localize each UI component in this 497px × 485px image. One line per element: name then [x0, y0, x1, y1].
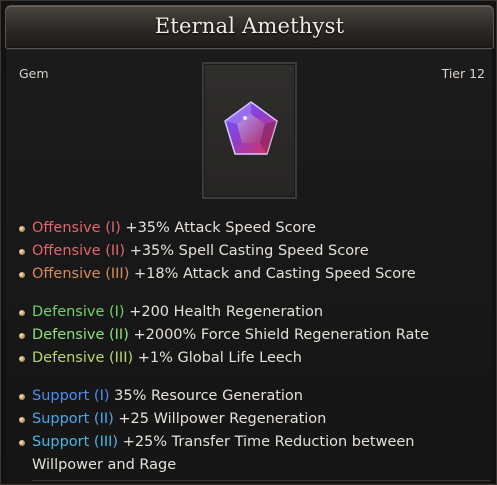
bullet-icon — [19, 310, 25, 316]
stat-label: Offensive (I) — [32, 220, 121, 236]
stat-label: Offensive (III) — [32, 266, 130, 282]
stat-text: +35% Attack Speed Score — [125, 220, 316, 236]
stat-label: Defensive (II) — [32, 327, 129, 343]
stat-text: 35% Resource Generation — [114, 388, 303, 404]
stat-text: +200 Health Regeneration — [129, 304, 324, 320]
tooltip-divider — [32, 480, 490, 481]
stat-text: +25 Willpower Regeneration — [118, 411, 327, 427]
stat-label: Support (III) — [32, 434, 119, 450]
stat-line-offensive-2: Offensive (II) +35% Spell Casting Speed … — [19, 240, 489, 263]
stat-line-support-2: Support (II) +25 Willpower Regeneration — [19, 408, 489, 431]
stat-list: Offensive (I) +35% Attack Speed Score Of… — [19, 217, 489, 477]
stat-line-defensive-3: Defensive (III) +1% Global Life Leech — [19, 347, 489, 370]
bullet-icon — [19, 417, 25, 423]
item-tier: Tier 12 — [441, 66, 485, 81]
stat-line-defensive-2: Defensive (II) +2000% Force Shield Regen… — [19, 324, 489, 347]
bullet-icon — [19, 249, 25, 255]
stat-label: Support (I) — [32, 388, 110, 404]
tooltip-header: Eternal Amethyst — [5, 5, 494, 49]
stat-text: +1% Global Life Leech — [137, 350, 302, 366]
stat-line-support-1: Support (I) 35% Resource Generation — [19, 385, 489, 408]
stat-line-defensive-1: Defensive (I) +200 Health Regeneration — [19, 301, 489, 324]
bullet-icon — [19, 333, 25, 339]
stat-text: +2000% Force Shield Regeneration Rate — [133, 327, 430, 343]
stat-text: +18% Attack and Casting Speed Score — [133, 266, 416, 282]
stat-text: +35% Spell Casting Speed Score — [129, 243, 369, 259]
amethyst-gem-icon — [224, 101, 278, 155]
bullet-icon — [19, 394, 25, 400]
stat-line-support-3: Support (III) +25% Transfer Time Reducti… — [19, 431, 484, 477]
stat-label: Defensive (I) — [32, 304, 125, 320]
stat-label: Defensive (III) — [32, 350, 134, 366]
item-name: Eternal Amethyst — [154, 14, 345, 38]
bullet-icon — [19, 356, 25, 362]
bullet-icon — [19, 226, 25, 232]
bullet-icon — [19, 272, 25, 278]
stat-line-offensive-3: Offensive (III) +18% Attack and Casting … — [19, 263, 489, 286]
stat-line-offensive-1: Offensive (I) +35% Attack Speed Score — [19, 217, 489, 240]
stat-label: Offensive (II) — [32, 243, 126, 259]
item-type: Gem — [19, 66, 49, 81]
bullet-icon — [19, 440, 25, 446]
stat-label: Support (II) — [32, 411, 114, 427]
